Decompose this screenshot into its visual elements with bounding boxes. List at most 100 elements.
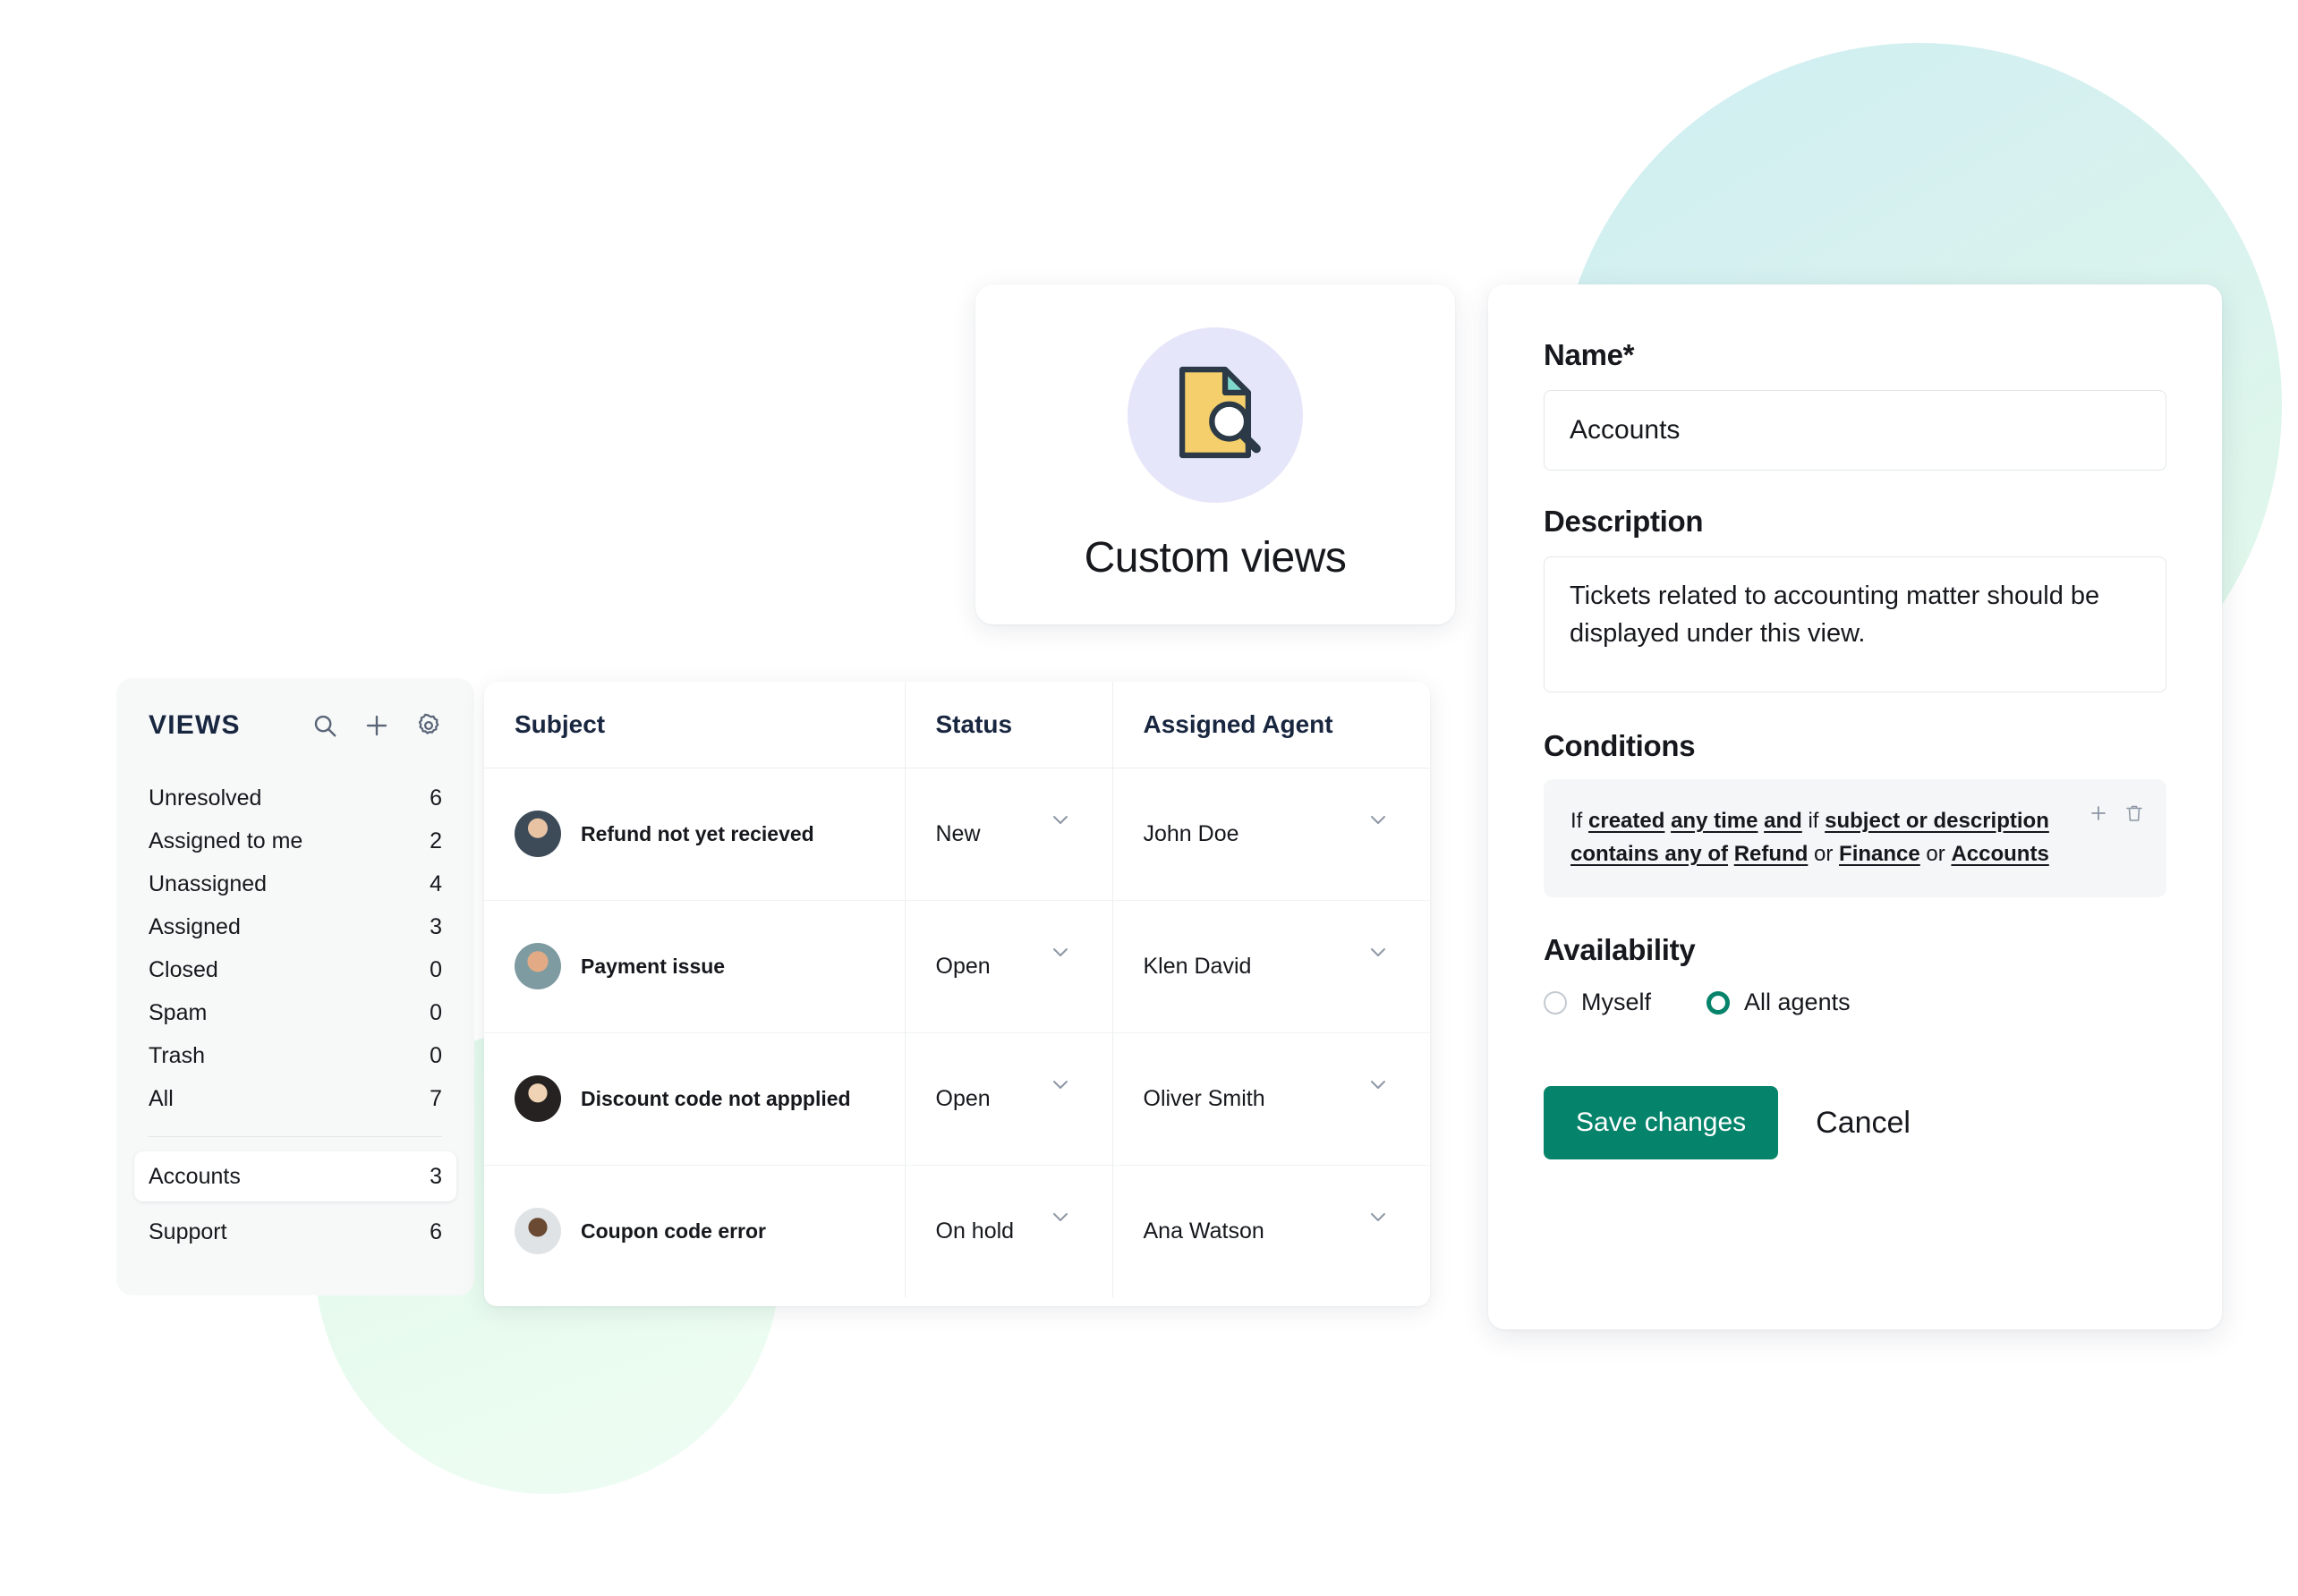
sidebar-item-count: 6: [430, 1218, 442, 1244]
sidebar-item-assigned[interactable]: Assigned 3: [149, 905, 442, 948]
chevron-down-icon: [1371, 1213, 1385, 1222]
cell-subject: Coupon code error: [484, 1165, 906, 1297]
cell-agent[interactable]: Klen David: [1112, 900, 1431, 1033]
status-dropdown[interactable]: On hold: [936, 1166, 1112, 1298]
ticket-subject: Coupon code error: [581, 1218, 767, 1243]
agent-dropdown[interactable]: Oliver Smith: [1144, 1033, 1431, 1165]
views-list: Unresolved 6 Assigned to me 2 Unassigned…: [134, 777, 456, 1253]
cell-status[interactable]: New: [905, 768, 1113, 901]
gear-icon[interactable]: [415, 712, 442, 739]
ticket-subject: Refund not yet recieved: [581, 821, 814, 845]
chevron-down-icon: [1052, 1081, 1068, 1089]
agent-value: Ana Watson: [1143, 1218, 1264, 1244]
sidebar-item-count: 3: [430, 1163, 442, 1189]
sidebar-item-label: Support: [149, 1218, 227, 1244]
avatar: [515, 1075, 561, 1122]
agent-value: John Doe: [1143, 820, 1239, 846]
sidebar-item-all[interactable]: All 7: [149, 1077, 442, 1120]
sidebar-item-trash[interactable]: Trash 0: [149, 1034, 442, 1077]
cell-subject: Payment issue: [484, 900, 906, 1033]
radio-option-all-agents[interactable]: All agents: [1706, 989, 1851, 1016]
sidebar-item-spam[interactable]: Spam 0: [149, 991, 442, 1034]
cell-status[interactable]: Open: [905, 1032, 1113, 1166]
sidebar-item-label: Accounts: [149, 1163, 241, 1189]
radio-icon: [1544, 990, 1567, 1014]
description-input[interactable]: [1544, 556, 2166, 692]
condition-expression: If created any time and if subject or de…: [1570, 809, 2049, 867]
sidebar-item-unresolved[interactable]: Unresolved 6: [149, 777, 442, 819]
plus-icon[interactable]: [363, 712, 390, 739]
cell-status[interactable]: Open: [905, 900, 1113, 1033]
sidebar-item-count: 7: [430, 1085, 442, 1111]
description-label: Description: [1544, 505, 1704, 538]
cell-agent[interactable]: John Doe: [1112, 768, 1431, 901]
chevron-down-icon: [1052, 816, 1068, 824]
views-sidebar-actions: [311, 712, 442, 739]
sidebar-item-unassigned[interactable]: Unassigned 4: [149, 862, 442, 905]
chevron-down-icon: [1052, 948, 1068, 956]
avatar: [515, 1208, 561, 1255]
sidebar-item-count: 2: [430, 828, 442, 853]
availability-options: Myself All agents: [1544, 989, 2166, 1016]
sidebar-item-count: 6: [430, 785, 442, 811]
sidebar-item-label: Spam: [149, 999, 208, 1025]
name-input[interactable]: [1544, 390, 2166, 471]
status-dropdown[interactable]: Open: [936, 901, 1112, 1032]
table-row: Payment issue Open Klen David: [484, 900, 1431, 1033]
screenshot-root: Custom views VIEWS Unresolved 6 Assigned…: [0, 0, 2298, 1596]
cell-status[interactable]: On hold: [905, 1165, 1113, 1298]
tickets-table-card: Subject Status Assigned Agent Refund not…: [484, 682, 1430, 1306]
cell-agent[interactable]: Oliver Smith: [1112, 1032, 1431, 1166]
views-sidebar: VIEWS Unresolved 6 Assigned to me 2 Unas…: [116, 678, 474, 1295]
ticket-subject: Payment issue: [581, 954, 726, 978]
availability-label: Availability: [1544, 933, 1696, 966]
agent-dropdown[interactable]: Ana Watson: [1144, 1166, 1431, 1298]
status-dropdown[interactable]: Open: [936, 1033, 1112, 1165]
sidebar-item-accounts[interactable]: Accounts 3: [134, 1151, 456, 1201]
table-row: Coupon code error On hold Ana Watson: [484, 1165, 1430, 1297]
trash-icon[interactable]: [2124, 802, 2145, 824]
sidebar-item-label: Unresolved: [149, 785, 262, 811]
sidebar-item-count: 0: [430, 956, 442, 982]
name-label: Name*: [1544, 338, 1635, 371]
chevron-down-icon: [1371, 816, 1385, 824]
column-header-subject: Subject: [484, 682, 906, 768]
conditions-label: Conditions: [1544, 729, 1696, 762]
views-sidebar-header: VIEWS: [149, 710, 442, 741]
sidebar-item-label: All: [149, 1085, 174, 1111]
radio-label: All agents: [1744, 989, 1851, 1015]
search-icon[interactable]: [311, 712, 338, 739]
cancel-button[interactable]: Cancel: [1805, 1106, 1921, 1141]
sidebar-item-support[interactable]: Support 6: [149, 1210, 442, 1253]
chevron-down-icon: [1052, 1213, 1068, 1222]
status-value: New: [935, 820, 981, 846]
sidebar-item-label: Trash: [149, 1042, 205, 1068]
radio-icon-selected: [1706, 990, 1731, 1014]
plus-icon[interactable]: [2088, 802, 2109, 824]
cell-agent[interactable]: Ana Watson: [1112, 1165, 1430, 1297]
condition-row[interactable]: If created any time and if subject or de…: [1544, 779, 2166, 897]
agent-dropdown[interactable]: John Doe: [1144, 768, 1431, 900]
radio-option-myself[interactable]: Myself: [1544, 989, 1651, 1016]
sidebar-item-label: Assigned to me: [149, 828, 303, 853]
avatar: [515, 811, 561, 857]
agent-value: Oliver Smith: [1143, 1085, 1265, 1111]
sidebar-item-count: 4: [430, 870, 442, 896]
cell-subject: Discount code not appplied: [484, 1032, 906, 1166]
sidebar-item-count: 3: [430, 913, 442, 939]
sidebar-divider: [149, 1136, 442, 1137]
chevron-down-icon: [1371, 948, 1385, 956]
avatar: [515, 943, 561, 989]
ticket-subject: Discount code not appplied: [581, 1086, 851, 1110]
table-row: Discount code not appplied Open Oliver S…: [484, 1032, 1431, 1166]
status-dropdown[interactable]: New: [936, 768, 1112, 900]
agent-dropdown[interactable]: Klen David: [1144, 901, 1431, 1032]
sidebar-item-closed[interactable]: Closed 0: [149, 948, 442, 991]
cell-subject: Refund not yet recieved: [484, 768, 906, 901]
sidebar-item-assigned-to-me[interactable]: Assigned to me 2: [149, 819, 442, 862]
agent-value: Klen David: [1143, 953, 1252, 979]
save-changes-button[interactable]: Save changes: [1544, 1086, 1779, 1159]
radio-label: Myself: [1581, 989, 1652, 1015]
views-sidebar-title: VIEWS: [149, 710, 241, 740]
form-actions: Save changes Cancel: [1544, 1086, 2166, 1159]
